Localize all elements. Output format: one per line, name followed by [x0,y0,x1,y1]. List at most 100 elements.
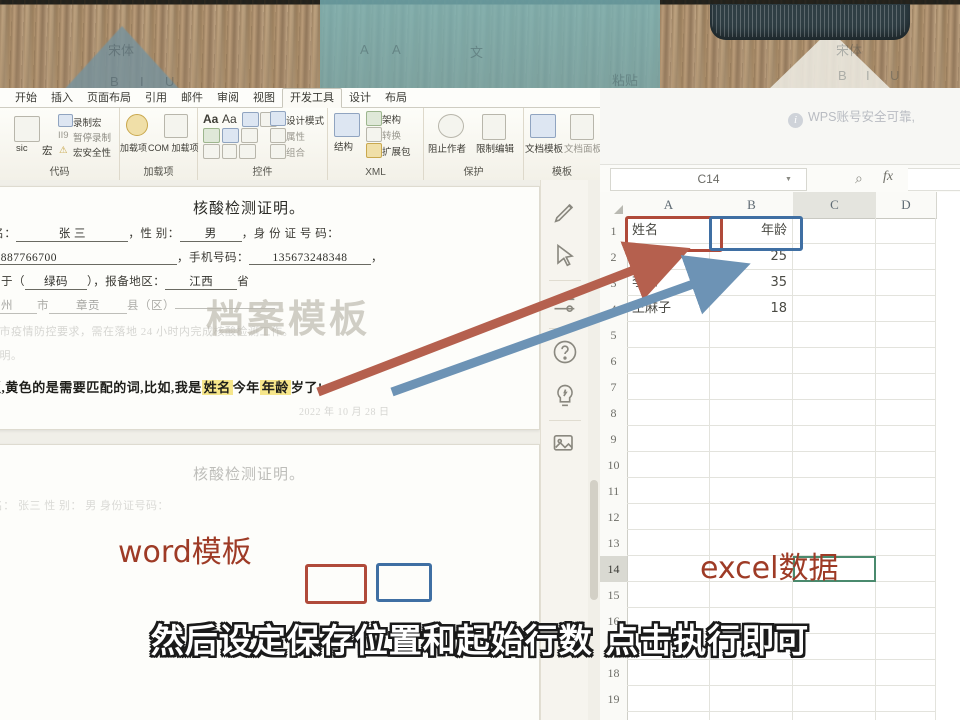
cell-B12[interactable] [710,504,793,530]
row-header-14[interactable]: 14 [600,556,628,583]
row-header-12[interactable]: 12 [600,504,628,531]
help-icon[interactable] [551,338,579,366]
schema-icon[interactable] [366,111,382,126]
cell-D4[interactable] [876,296,936,322]
cell-D15[interactable] [876,582,936,608]
combobox-control-icon[interactable] [203,128,220,143]
cell-D12[interactable] [876,504,936,530]
word-ribbon-tabs[interactable]: 开始 插入 页面布局 引用 邮件 审阅 视图 开发工具 设计 布局 [0,88,600,108]
cell-B18[interactable] [710,660,793,686]
name-box[interactable]: C14 [610,168,807,191]
cell-B11[interactable] [710,478,793,504]
ribbon-item-label[interactable]: 暂停录制 [73,130,111,144]
chevron-down-icon[interactable]: ▼ [785,176,792,183]
cell-D8[interactable] [876,400,936,426]
column-header-C[interactable]: C [793,192,877,219]
cell-D7[interactable] [876,374,936,400]
picture-control-icon[interactable] [242,112,259,127]
cell-B7[interactable] [710,374,793,400]
cell-D10[interactable] [876,452,936,478]
row-header-11[interactable]: 11 [600,478,628,505]
cell-D6[interactable] [876,348,936,374]
ribbon-item-label[interactable]: 限制编辑 [476,141,514,155]
row-header-8[interactable]: 8 [600,400,628,427]
cell-D20[interactable] [876,712,936,720]
document-template-icon[interactable] [530,114,556,138]
ribbon-item-label[interactable]: 文档模板 [525,141,563,155]
cell-A13[interactable] [627,530,710,556]
dropdown-control-icon[interactable] [222,128,239,143]
cell-B6[interactable] [710,348,793,374]
cell-C12[interactable] [793,504,876,530]
macro-icon[interactable] [14,116,40,142]
cell-D11[interactable] [876,478,936,504]
select-all-corner[interactable] [600,192,628,219]
cell-C5[interactable] [793,322,876,348]
cell-B8[interactable] [710,400,793,426]
ribbon-item-label[interactable]: 宏 [42,143,53,158]
checkbox-control-icon[interactable] [222,144,237,159]
properties-icon[interactable] [270,128,286,143]
restrict-editing-icon[interactable] [482,114,506,140]
ribbon-item-label[interactable]: 录制宏 [73,115,102,129]
ribbon-item-label[interactable]: 文档面板 [564,141,600,155]
cell-C6[interactable] [793,348,876,374]
word-tab-3[interactable]: 引用 [138,89,174,107]
word-tab-7[interactable]: 开发工具 [282,88,342,108]
row-header-20[interactable]: 20 [600,712,628,720]
ribbon-item-label[interactable]: sic [16,143,28,154]
ribbon-item-label[interactable]: 架构 [382,112,401,126]
cell-A6[interactable] [627,348,710,374]
cell-C19[interactable] [793,686,876,712]
row-header-6[interactable]: 6 [600,348,628,375]
ribbon-item-label[interactable]: 属性 [286,129,305,143]
activex-control-icon[interactable] [239,144,256,159]
cell-B9[interactable] [710,426,793,452]
column-header-B[interactable]: B [710,192,794,219]
cell-B3[interactable]: 35 [710,270,793,296]
design-mode-icon[interactable] [270,111,286,126]
cell-A18[interactable] [627,660,710,686]
row-header-15[interactable]: 15 [600,582,628,609]
cell-A20[interactable] [627,712,710,720]
cell-A4[interactable]: 王麻子 [627,296,710,322]
structure-icon[interactable] [334,113,360,137]
cell-C7[interactable] [793,374,876,400]
cell-C9[interactable] [793,426,876,452]
column-header-D[interactable]: D [876,192,937,219]
document-panel-icon[interactable] [570,114,594,140]
cell-D18[interactable] [876,660,936,686]
pen-icon[interactable] [551,198,579,226]
rich-text-control-icon[interactable]: Aa [203,112,218,126]
legacy-tools-icon[interactable] [203,144,220,159]
row-header-19[interactable]: 19 [600,686,628,713]
column-header-A[interactable]: A [627,192,711,219]
row-header-10[interactable]: 10 [600,452,628,479]
idea-icon[interactable] [551,382,579,410]
cell-A8[interactable] [627,400,710,426]
cell-D3[interactable] [876,270,936,296]
cell-A19[interactable] [627,686,710,712]
plain-text-control-icon[interactable]: Aa [222,112,237,126]
word-tab-6[interactable]: 视图 [246,89,282,107]
ribbon-item-label[interactable]: 组合 [286,145,305,159]
search-icon[interactable]: ⌕ [855,170,863,187]
cell-C10[interactable] [793,452,876,478]
expansion-pack-icon[interactable] [366,143,382,158]
date-control-icon[interactable] [241,128,258,143]
cell-C3[interactable] [793,270,876,296]
row-header-1[interactable]: 1 [600,218,628,245]
group-icon[interactable] [270,144,286,159]
word-tab-8[interactable]: 设计 [342,89,378,107]
cell-A3[interactable]: 李四 [627,270,710,296]
scrollbar-thumb[interactable] [590,480,598,600]
cell-A14[interactable] [627,556,710,582]
sliders-icon[interactable] [551,290,579,318]
cursor-icon[interactable] [551,242,579,270]
cell-A9[interactable] [627,426,710,452]
row-header-13[interactable]: 13 [600,530,628,557]
cell-C4[interactable] [793,296,876,322]
word-tab-1[interactable]: 插入 [44,89,80,107]
cell-C18[interactable] [793,660,876,686]
row-header-18[interactable]: 18 [600,660,628,687]
